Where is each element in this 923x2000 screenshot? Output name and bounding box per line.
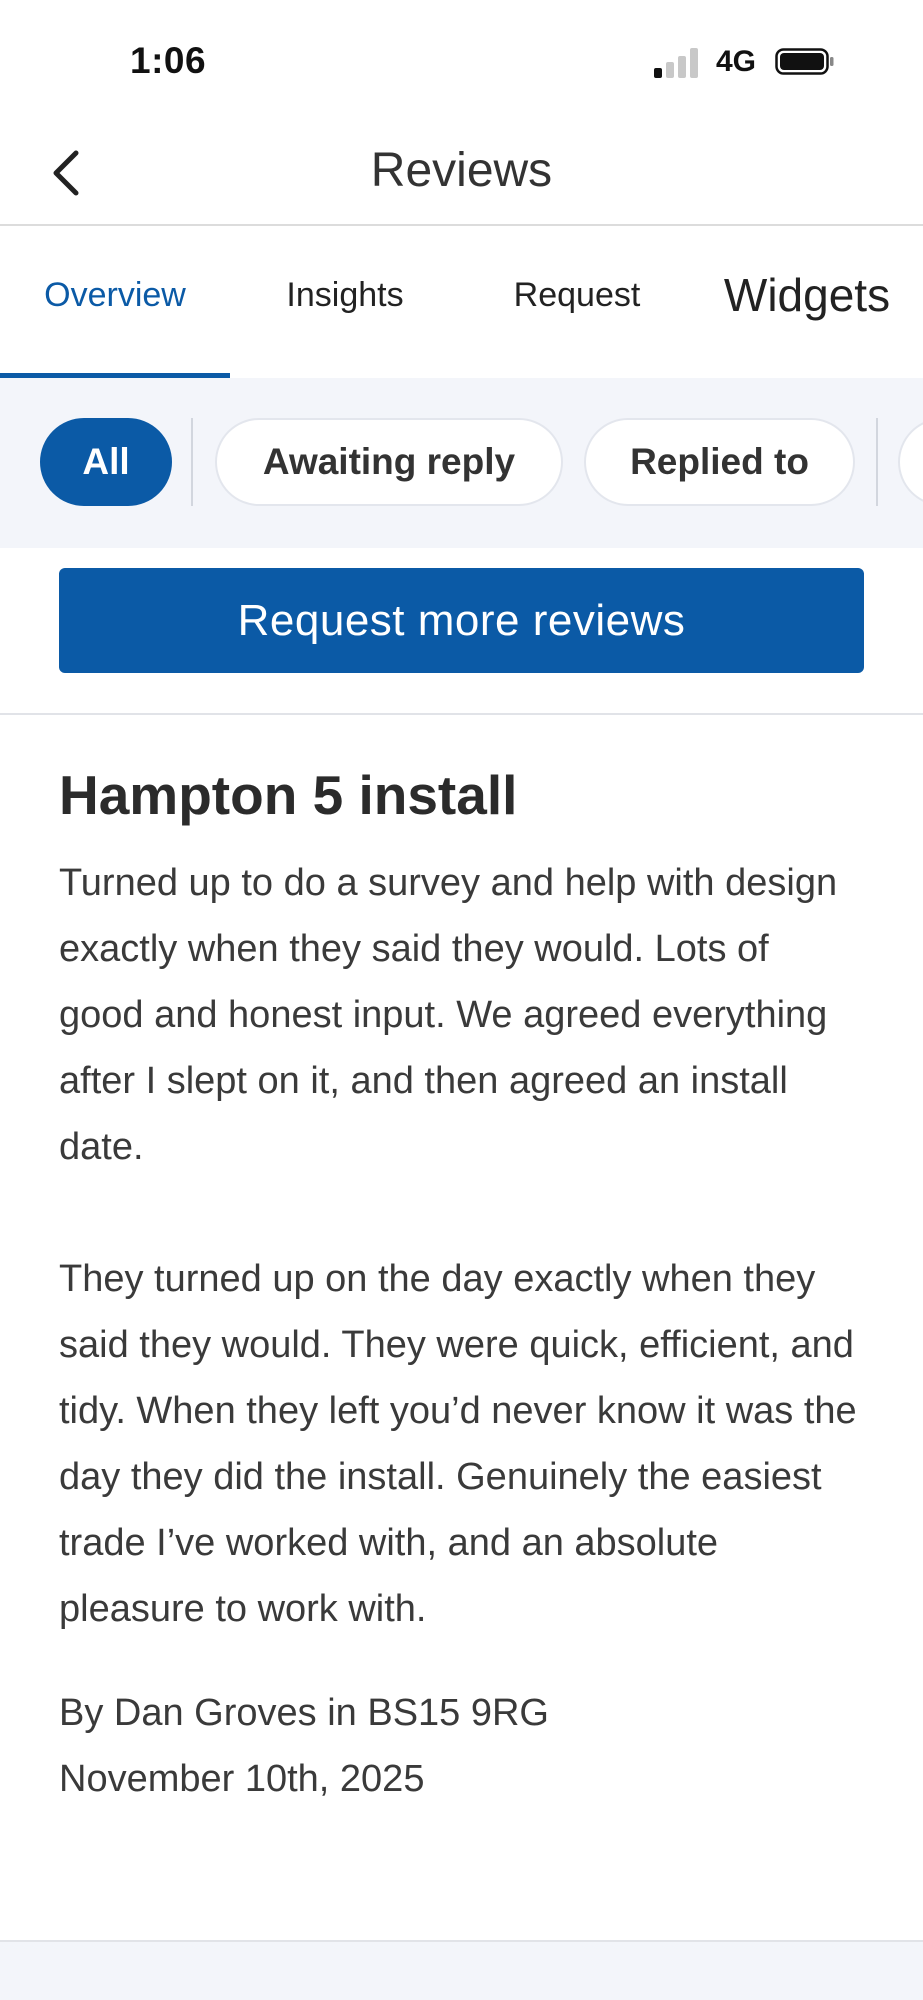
review-card: Hampton 5 install Turned up to do a surv… bbox=[59, 760, 859, 1812]
request-reviews-section: Request more reviews bbox=[0, 548, 923, 715]
chip-divider bbox=[876, 418, 878, 506]
section-divider bbox=[0, 1940, 923, 2000]
signal-strength-icon bbox=[654, 47, 700, 78]
tab-widgets[interactable]: Widgets bbox=[692, 268, 922, 322]
status-time: 1:06 bbox=[130, 40, 207, 81]
battery-icon bbox=[775, 48, 834, 75]
filter-chip-all[interactable]: All bbox=[40, 418, 172, 506]
request-more-reviews-button[interactable]: Request more reviews bbox=[59, 568, 864, 673]
page-title: Reviews bbox=[370, 144, 553, 197]
reviews-screen: 1:06 4G Reviews Overview Insights Reques… bbox=[0, 0, 923, 2000]
tab-insights[interactable]: Insights bbox=[230, 276, 460, 315]
header-bar: Reviews bbox=[0, 125, 923, 226]
filter-chip-partial[interactable] bbox=[898, 418, 923, 506]
filter-chip-awaiting-reply[interactable]: Awaiting reply bbox=[215, 418, 563, 506]
tab-request[interactable]: Request bbox=[462, 276, 692, 315]
tab-bar: Overview Insights Request Widgets bbox=[0, 226, 923, 378]
filter-chip-bar[interactable]: All Awaiting reply Replied to bbox=[0, 378, 923, 548]
review-meta: By Dan Groves in BS15 9RG November 10th,… bbox=[59, 1680, 859, 1812]
status-bar: 1:06 4G bbox=[0, 0, 923, 125]
review-body: Turned up to do a survey and help with d… bbox=[59, 862, 857, 1630]
chip-divider bbox=[191, 418, 193, 506]
network-type: 4G bbox=[716, 45, 757, 78]
review-date: November 10th, 2025 bbox=[59, 1758, 425, 1800]
review-title: Hampton 5 install bbox=[59, 764, 518, 826]
review-author: By Dan Groves in BS15 9RG bbox=[59, 1692, 549, 1734]
filter-chip-replied-to[interactable]: Replied to bbox=[584, 418, 855, 506]
tab-overview[interactable]: Overview bbox=[0, 276, 230, 315]
